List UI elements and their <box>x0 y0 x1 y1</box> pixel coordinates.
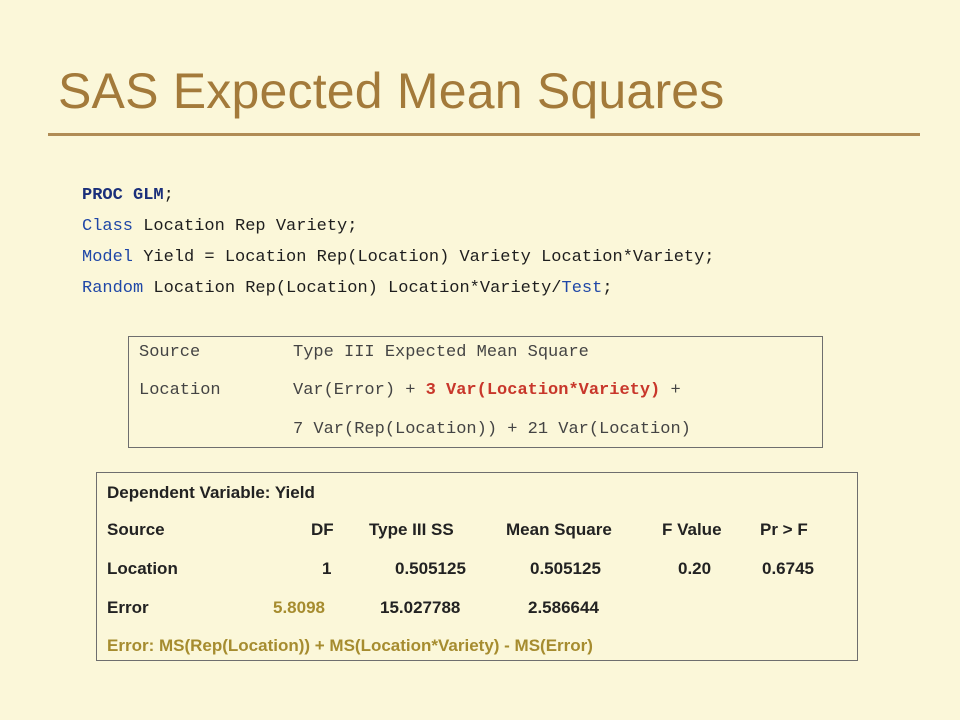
model-formula: Yield = Location Rep(Location) Variety L… <box>133 248 715 267</box>
ems-row-source: Location <box>139 381 221 400</box>
ems-header-source: Source <box>139 343 201 362</box>
random-keyword: Random <box>82 279 144 298</box>
ems-row-line1: Var(Error) + 3 Var(Location*Variety) + <box>293 381 681 400</box>
header-type3ss: Type III SS <box>369 520 454 539</box>
row-location-ss: 0.505125 <box>395 559 466 578</box>
ems-highlight-term: 3 Var(Location*Variety) <box>425 381 661 400</box>
code-line-random: Random Location Rep(Location) Location*V… <box>82 273 715 304</box>
code-line-class: Class Location Rep Variety; <box>82 211 715 242</box>
test-option: Test <box>561 279 603 298</box>
ems-row-line2: 7 Var(Rep(Location)) + 21 Var(Location) <box>293 420 691 439</box>
proc-keyword: PROC GLM <box>82 186 164 205</box>
code-line-proc: PROC GLM; <box>82 180 715 211</box>
row-location-df: 1 <box>322 559 332 578</box>
slide-title: SAS Expected Mean Squares <box>58 63 725 119</box>
header-source: Source <box>107 520 165 539</box>
dependent-variable-label: Dependent Variable: Yield <box>107 483 315 502</box>
row-error-df: 5.8098 <box>273 598 325 617</box>
header-mean-square: Mean Square <box>506 520 612 539</box>
sas-code-block: PROC GLM; Class Location Rep Variety; Mo… <box>82 180 715 304</box>
ems-var-error: Var(Error) + <box>293 381 426 400</box>
row-error-ss: 15.027788 <box>380 598 461 617</box>
expected-mean-square-box: Source Type III Expected Mean Square Loc… <box>128 336 823 448</box>
code-line-model: Model Yield = Location Rep(Location) Var… <box>82 242 715 273</box>
model-keyword: Model <box>82 248 134 267</box>
anova-output-box: Dependent Variable: Yield Source DF Type… <box>96 472 858 661</box>
row-location-p: 0.6745 <box>762 559 814 578</box>
title-divider <box>48 133 920 136</box>
row-location-source: Location <box>107 559 178 578</box>
error-term-note: Error: MS(Rep(Location)) + MS(Location*V… <box>107 636 593 655</box>
row-location-ms: 0.505125 <box>530 559 601 578</box>
header-df: DF <box>311 520 334 539</box>
header-pr-f: Pr > F <box>760 520 808 539</box>
random-terminator: ; <box>602 279 613 298</box>
header-f-value: F Value <box>662 520 722 539</box>
random-effects: Location Rep(Location) Location*Variety/ <box>143 279 562 298</box>
ems-header-type: Type III Expected Mean Square <box>293 343 589 362</box>
row-location-f: 0.20 <box>678 559 712 578</box>
row-error-ms: 2.586644 <box>528 598 599 617</box>
class-variables: Location Rep Variety; <box>133 217 358 236</box>
proc-terminator: ; <box>163 186 174 205</box>
class-keyword: Class <box>82 217 134 236</box>
ems-plus: + <box>660 381 681 400</box>
row-error-source: Error <box>107 598 149 617</box>
